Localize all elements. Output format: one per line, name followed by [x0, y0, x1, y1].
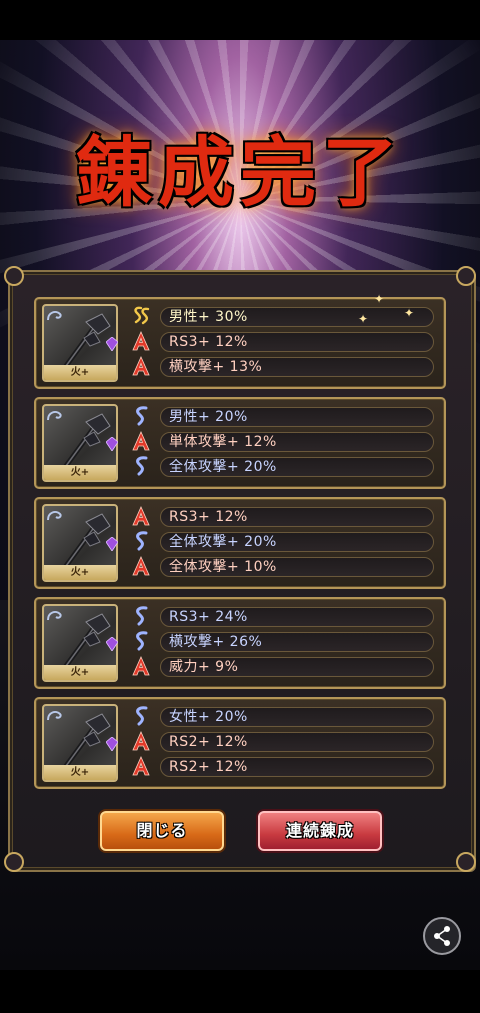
tier-a-icon — [132, 731, 150, 751]
page-title: 錬成完了 — [76, 128, 404, 217]
tier-a-icon — [132, 356, 150, 376]
tier-s-icon — [132, 606, 150, 626]
stat-row: 男性+ 30% — [160, 307, 434, 327]
axe-icon — [63, 613, 111, 669]
purple-gem-icon — [106, 737, 118, 751]
tier-s-icon — [132, 631, 150, 651]
stat-row: 全体攻撃+ 20% — [160, 532, 434, 552]
tier-a-icon — [132, 556, 150, 576]
tier-s-icon — [132, 406, 150, 426]
stat-row: 横攻撃+ 26% — [160, 632, 434, 652]
axe-icon — [63, 513, 111, 569]
share-icon — [434, 926, 450, 946]
tier-a-icon — [132, 331, 150, 351]
rank-label: 火+ — [44, 565, 116, 580]
result-card: 火+ 女性+ 20% RS2+ 12% RS2+ 12% — [34, 697, 446, 789]
stat-row: 全体攻撃+ 10% — [160, 557, 434, 577]
stat-row: RS2+ 12% — [160, 757, 434, 777]
stat-row: 全体攻撃+ 20% — [160, 457, 434, 477]
result-card: 火+ RS3+ 24% 横攻撃+ 26% 威力+ 9% — [34, 597, 446, 689]
sparkle-icon: ✦ — [404, 306, 415, 320]
tier-a-icon — [132, 756, 150, 776]
purple-gem-icon — [106, 437, 118, 451]
purple-gem-icon — [106, 337, 118, 351]
stat-row: 男性+ 20% — [160, 407, 434, 427]
purple-gem-icon — [106, 537, 118, 551]
stat-row: 横攻撃+ 13% — [160, 357, 434, 377]
tier-s-icon — [132, 706, 150, 726]
result-card: 火+ 男性+ 30% RS3+ 12% 横攻撃+ 13% — [34, 297, 446, 389]
panel-corner-ornament — [4, 266, 24, 286]
tier-s-icon — [132, 456, 150, 476]
axe-icon — [63, 713, 111, 769]
stat-row: RS3+ 12% — [160, 332, 434, 352]
stat-row: RS3+ 24% — [160, 607, 434, 627]
rank-label: 火+ — [44, 465, 116, 480]
close-button[interactable]: 閉じる — [100, 811, 224, 851]
rank-label: 火+ — [44, 765, 116, 780]
stat-row: RS3+ 12% — [160, 507, 434, 527]
stat-row: 威力+ 9% — [160, 657, 434, 677]
stat-row: RS2+ 12% — [160, 732, 434, 752]
tier-a-icon — [132, 656, 150, 676]
axe-icon — [63, 313, 111, 369]
panel-corner-ornament — [456, 266, 476, 286]
share-button[interactable] — [423, 917, 461, 955]
sparkle-icon: ✦ — [358, 312, 369, 326]
panel-corner-ornament — [456, 852, 476, 872]
tier-ss-icon — [132, 306, 150, 326]
tier-a-icon — [132, 431, 150, 451]
sparkle-icon: ✦ — [374, 292, 385, 306]
repeat-refine-button[interactable]: 連続錬成 — [258, 811, 382, 851]
rank-label: 火+ — [44, 665, 116, 680]
panel-corner-ornament — [4, 852, 24, 872]
rank-label: 火+ — [44, 365, 116, 380]
result-card: 火+ RS3+ 12% 全体攻撃+ 20% 全体攻撃+ 10% — [34, 497, 446, 589]
tier-s-icon — [132, 531, 150, 551]
result-card: 火+ 男性+ 20% 単体攻撃+ 12% 全体攻撃+ 20% — [34, 397, 446, 489]
axe-icon — [63, 413, 111, 469]
tier-a-icon — [132, 506, 150, 526]
stat-row: 女性+ 20% — [160, 707, 434, 727]
purple-gem-icon — [106, 637, 118, 651]
stat-row: 単体攻撃+ 12% — [160, 432, 434, 452]
